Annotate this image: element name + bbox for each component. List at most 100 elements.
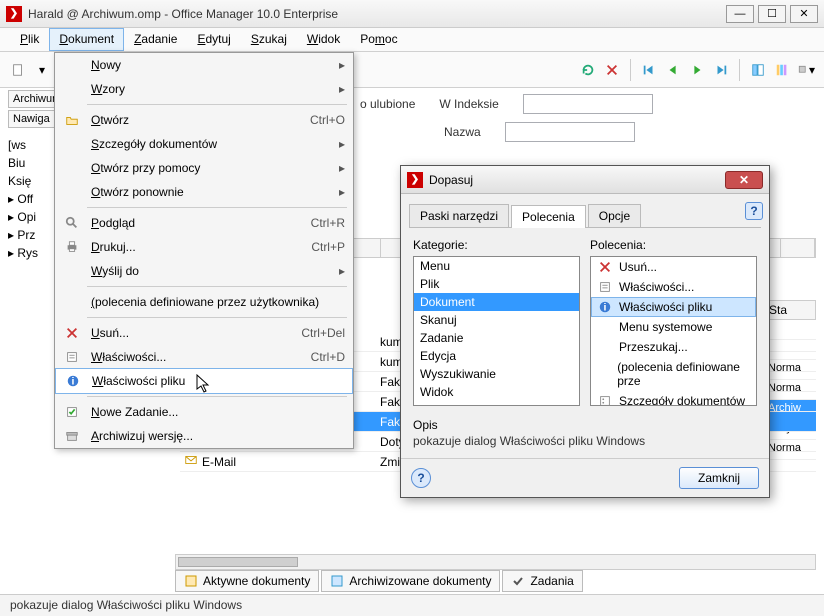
nav-first-icon[interactable]: [639, 60, 659, 80]
customize-dialog: ❯ Dopasuj ✕ ? Paski narzędzi Polecenia O…: [400, 165, 770, 498]
command-item[interactable]: Przeszukaj...: [591, 337, 756, 357]
menu-item-label: Otwórz: [91, 113, 300, 127]
command-item[interactable]: (polecenia definiowane prze: [591, 357, 756, 391]
filter-row: o ulubione W Indeksie: [360, 94, 653, 114]
horizontal-scrollbar[interactable]: [175, 554, 816, 570]
properties-icon: [597, 280, 613, 294]
menu-plik[interactable]: Plik: [10, 28, 49, 51]
category-item[interactable]: Zadanie: [414, 329, 579, 347]
window-title: Harald @ Archiwum.omp - Office Manager 1…: [28, 7, 726, 21]
col-header-3[interactable]: [781, 239, 815, 257]
nav-prev-icon[interactable]: [663, 60, 683, 80]
new-doc-icon[interactable]: [8, 60, 28, 80]
command-label: Szczegóły dokumentów: [619, 394, 745, 406]
delete-icon: [63, 326, 81, 340]
category-item[interactable]: Skanuj: [414, 311, 579, 329]
menu-item-label: Nowe Zadanie...: [91, 405, 345, 419]
command-label: Właściwości pliku: [619, 300, 712, 314]
category-item[interactable]: Plik: [414, 275, 579, 293]
command-item[interactable]: Menu systemowe: [591, 317, 756, 337]
scrollbar-thumb[interactable]: [178, 557, 298, 567]
menu-item[interactable]: Otwórz przy pomocy▸: [55, 156, 353, 180]
menu-item[interactable]: Nowy▸: [55, 53, 353, 77]
menu-zadanie[interactable]: Zadanie: [124, 28, 187, 51]
tab-aktywne-dokumenty[interactable]: Aktywne dokumenty: [175, 570, 319, 592]
minimize-button[interactable]: —: [726, 5, 754, 23]
category-item[interactable]: Dokument: [414, 293, 579, 311]
menu-item[interactable]: Wyślij do▸: [55, 259, 353, 283]
category-item[interactable]: Widok: [414, 383, 579, 401]
maximize-button[interactable]: ☐: [758, 5, 786, 23]
menu-item[interactable]: Usuń...Ctrl+Del: [55, 321, 353, 345]
columns-icon[interactable]: [772, 60, 792, 80]
dialog-close-button[interactable]: ✕: [725, 171, 763, 189]
submenu-arrow-icon: ▸: [339, 185, 345, 199]
menu-item[interactable]: Nowe Zadanie...: [55, 400, 353, 424]
tab-polecenia[interactable]: Polecenia: [511, 205, 586, 228]
window-titlebar: ❯ Harald @ Archiwum.omp - Office Manager…: [0, 0, 824, 28]
menu-szukaj[interactable]: Szukaj: [241, 28, 297, 51]
menu-item[interactable]: OtwórzCtrl+O: [55, 108, 353, 132]
menu-item[interactable]: Archiwizuj wersję...: [55, 424, 353, 448]
menu-shortcut: Ctrl+P: [311, 240, 345, 254]
settings-dropdown-icon[interactable]: ▾: [796, 60, 816, 80]
menu-item[interactable]: Otwórz ponownie▸: [55, 180, 353, 204]
cancel-icon[interactable]: [602, 60, 622, 80]
layout-icon[interactable]: [748, 60, 768, 80]
index-input[interactable]: [523, 94, 653, 114]
menu-item[interactable]: iWłaściwości pliku: [55, 368, 353, 394]
task-icon: [63, 405, 81, 419]
status-col-header[interactable]: Sta: [764, 300, 816, 320]
nav-last-icon[interactable]: [711, 60, 731, 80]
command-item[interactable]: Właściwości...: [591, 277, 756, 297]
dialog-titlebar[interactable]: ❯ Dopasuj ✕: [401, 166, 769, 194]
menu-item[interactable]: Szczegóły dokumentów▸: [55, 132, 353, 156]
menu-dokument[interactable]: Dokument: [49, 28, 124, 51]
delete-icon: [597, 260, 613, 274]
menu-item[interactable]: Wzory▸: [55, 77, 353, 101]
category-item[interactable]: Edycja: [414, 347, 579, 365]
menu-bar: Plik Dokument Zadanie Edytuj Szukaj Wido…: [0, 28, 824, 52]
menu-item[interactable]: Drukuj...Ctrl+P: [55, 235, 353, 259]
tab-opcje[interactable]: Opcje: [588, 204, 641, 227]
tab-paski-narzedzi[interactable]: Paski narzędzi: [409, 204, 509, 227]
menu-widok[interactable]: Widok: [297, 28, 350, 51]
details-icon: [597, 394, 613, 406]
menu-pomoc[interactable]: Pomoc: [350, 28, 407, 51]
tab-archiwizowane-dokumenty[interactable]: Archiwizowane dokumenty: [321, 570, 500, 592]
category-item[interactable]: Menu: [414, 257, 579, 275]
dialog-close-btn[interactable]: Zamknij: [679, 467, 759, 489]
menu-item[interactable]: PodglądCtrl+R: [55, 211, 353, 235]
refresh-icon[interactable]: [578, 60, 598, 80]
nav-next-icon[interactable]: [687, 60, 707, 80]
command-label: Menu systemowe: [619, 320, 712, 334]
info-icon: i: [597, 300, 613, 314]
menu-edytuj[interactable]: Edytuj: [187, 28, 240, 51]
command-item[interactable]: i Właściwości pliku: [591, 297, 756, 317]
menu-item[interactable]: (polecenia definiowane przez użytkownika…: [55, 290, 353, 314]
command-item[interactable]: Usuń...: [591, 257, 756, 277]
menu-item-label: Nowy: [91, 58, 329, 72]
categories-listbox[interactable]: MenuPlikDokumentSkanujZadanieEdycjaWyszu…: [413, 256, 580, 406]
tab-zadania[interactable]: Zadania: [502, 570, 582, 592]
submenu-arrow-icon: ▸: [339, 137, 345, 151]
folder-open-icon: [63, 113, 81, 127]
command-item[interactable]: Szczegóły dokumentów: [591, 391, 756, 406]
dokument-context-menu: Nowy▸Wzory▸OtwórzCtrl+OSzczegóły dokumen…: [54, 52, 354, 449]
dialog-tabstrip: Paski narzędzi Polecenia Opcje: [409, 204, 761, 228]
menu-shortcut: Ctrl+R: [311, 216, 345, 230]
menu-item[interactable]: Właściwości...Ctrl+D: [55, 345, 353, 369]
dialog-help-button[interactable]: ?: [745, 202, 763, 220]
commands-listbox[interactable]: Usuń... Właściwości... i Właściwości pliku M…: [590, 256, 757, 406]
dialog-help-icon[interactable]: ?: [411, 468, 431, 488]
category-item[interactable]: Opcje: [414, 401, 579, 406]
description-text: pokazuje dialog Właściwości pliku Window…: [413, 434, 757, 448]
close-button[interactable]: ✕: [790, 5, 818, 23]
category-item[interactable]: Wyszukiwanie: [414, 365, 579, 383]
command-label: Usuń...: [619, 260, 657, 274]
doc-dropdown-icon[interactable]: ▾: [32, 60, 52, 80]
menu-item-label: (polecenia definiowane przez użytkownika…: [91, 295, 345, 309]
name-input[interactable]: [505, 122, 635, 142]
menu-item-label: Wyślij do: [91, 264, 329, 278]
svg-text:i: i: [72, 376, 75, 388]
